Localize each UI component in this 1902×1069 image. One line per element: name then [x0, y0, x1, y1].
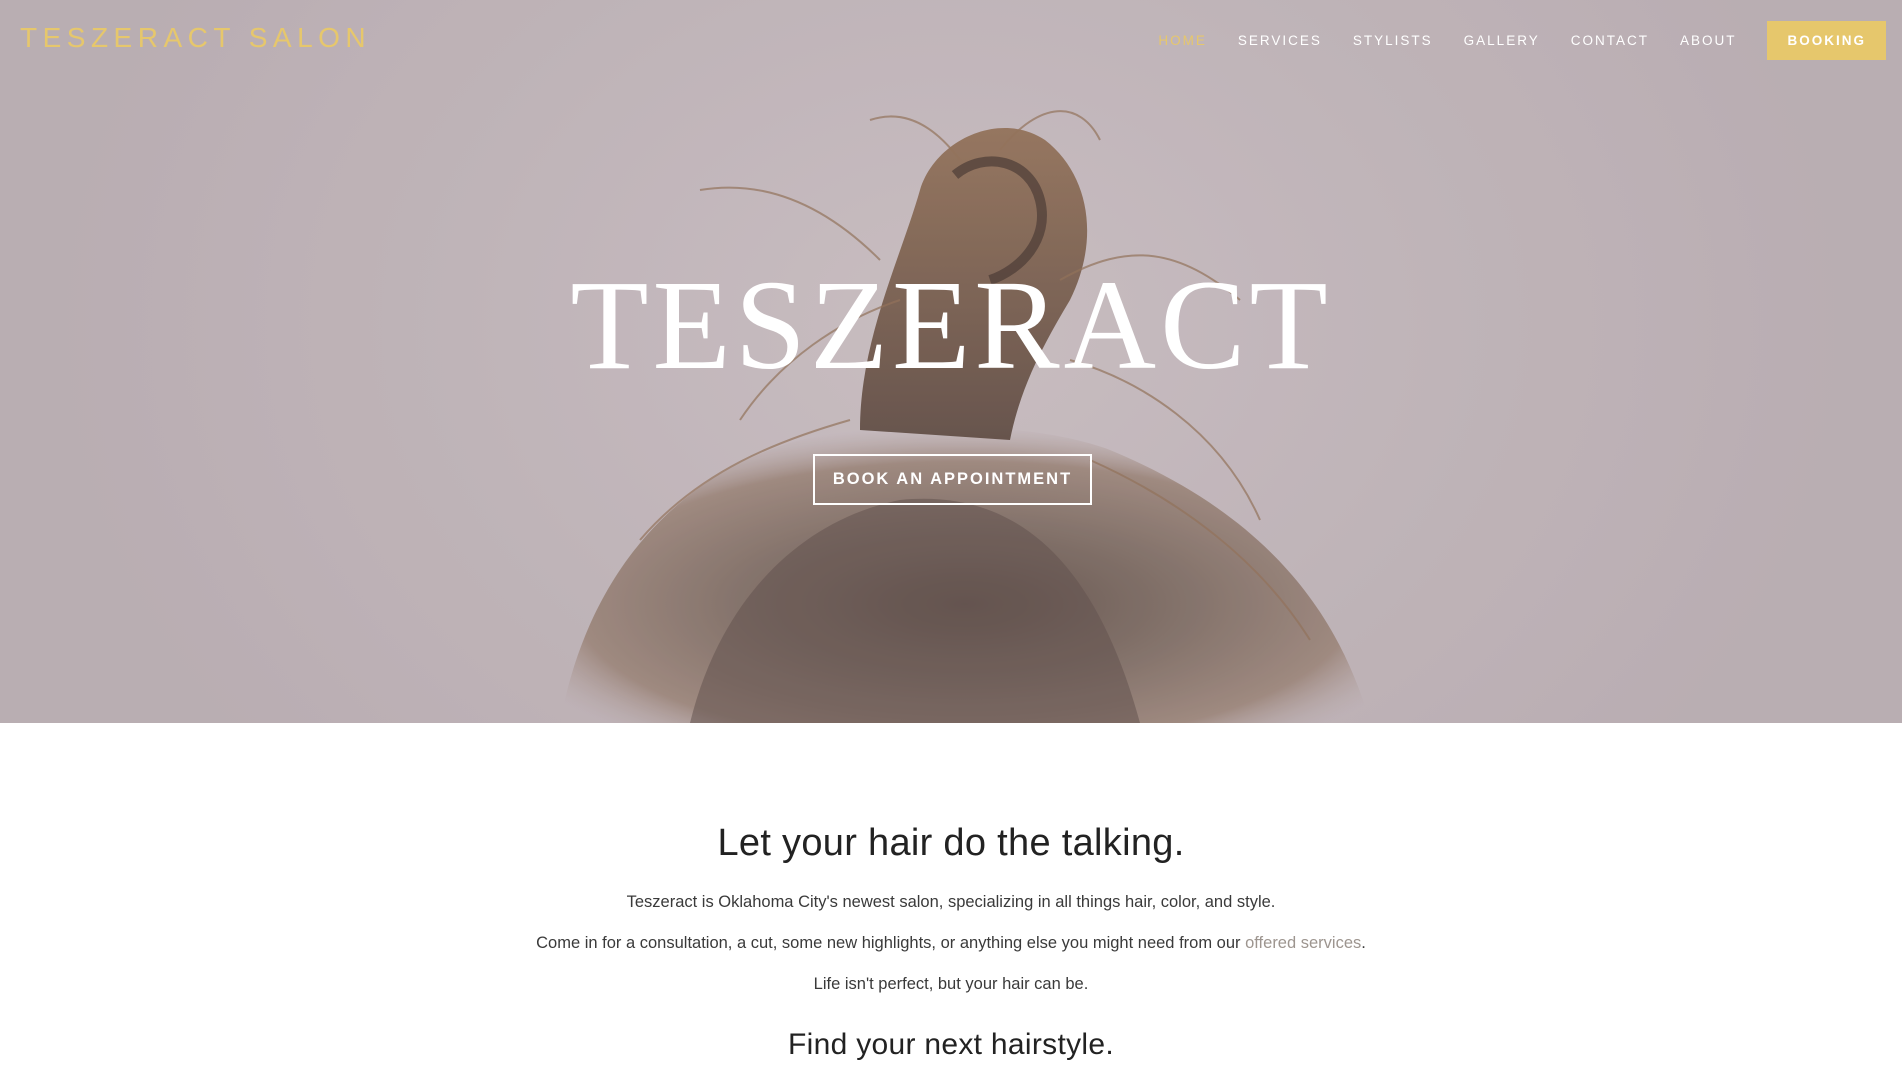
nav-contact[interactable]: CONTACT [1571, 33, 1649, 48]
page: TESZERACT SALON HOME SERVICES STYLISTS G… [0, 0, 1902, 1069]
nav-gallery[interactable]: GALLERY [1464, 33, 1540, 48]
intro-paragraph-1: Teszeract is Oklahoma City's newest salo… [626, 893, 1276, 911]
intro-heading: Let your hair do the talking. [717, 822, 1185, 864]
nav-services[interactable]: SERVICES [1238, 33, 1322, 48]
nav-stylists[interactable]: STYLISTS [1353, 33, 1433, 48]
nav-home[interactable]: HOME [1158, 33, 1207, 48]
intro-paragraph-2-end: . [1361, 934, 1366, 952]
hero-title: TESZERACT [570, 254, 1332, 396]
intro-paragraph-2: Come in for a consultation, a cut, some … [0, 934, 1902, 953]
intro-paragraph-3: Life isn't perfect, but your hair can be… [813, 975, 1089, 993]
main-nav: HOME SERVICES STYLISTS GALLERY CONTACT A… [1127, 0, 1886, 80]
intro-section: Let your hair do the talking. Teszeract … [0, 723, 1902, 1069]
hairstyle-heading: Find your next hairstyle. [788, 1028, 1114, 1061]
booking-button[interactable]: BOOKING [1767, 20, 1886, 60]
site-logo[interactable]: TESZERACT SALON [20, 22, 371, 54]
book-appointment-button[interactable]: BOOK AN APPOINTMENT [813, 454, 1092, 505]
offered-services-link[interactable]: offered services [1245, 934, 1361, 952]
nav-about[interactable]: ABOUT [1680, 33, 1737, 48]
hero-section: TESZERACT SALON HOME SERVICES STYLISTS G… [0, 0, 1902, 723]
intro-paragraph-2-text: Come in for a consultation, a cut, some … [536, 934, 1246, 952]
site-header: TESZERACT SALON HOME SERVICES STYLISTS G… [0, 0, 1902, 80]
